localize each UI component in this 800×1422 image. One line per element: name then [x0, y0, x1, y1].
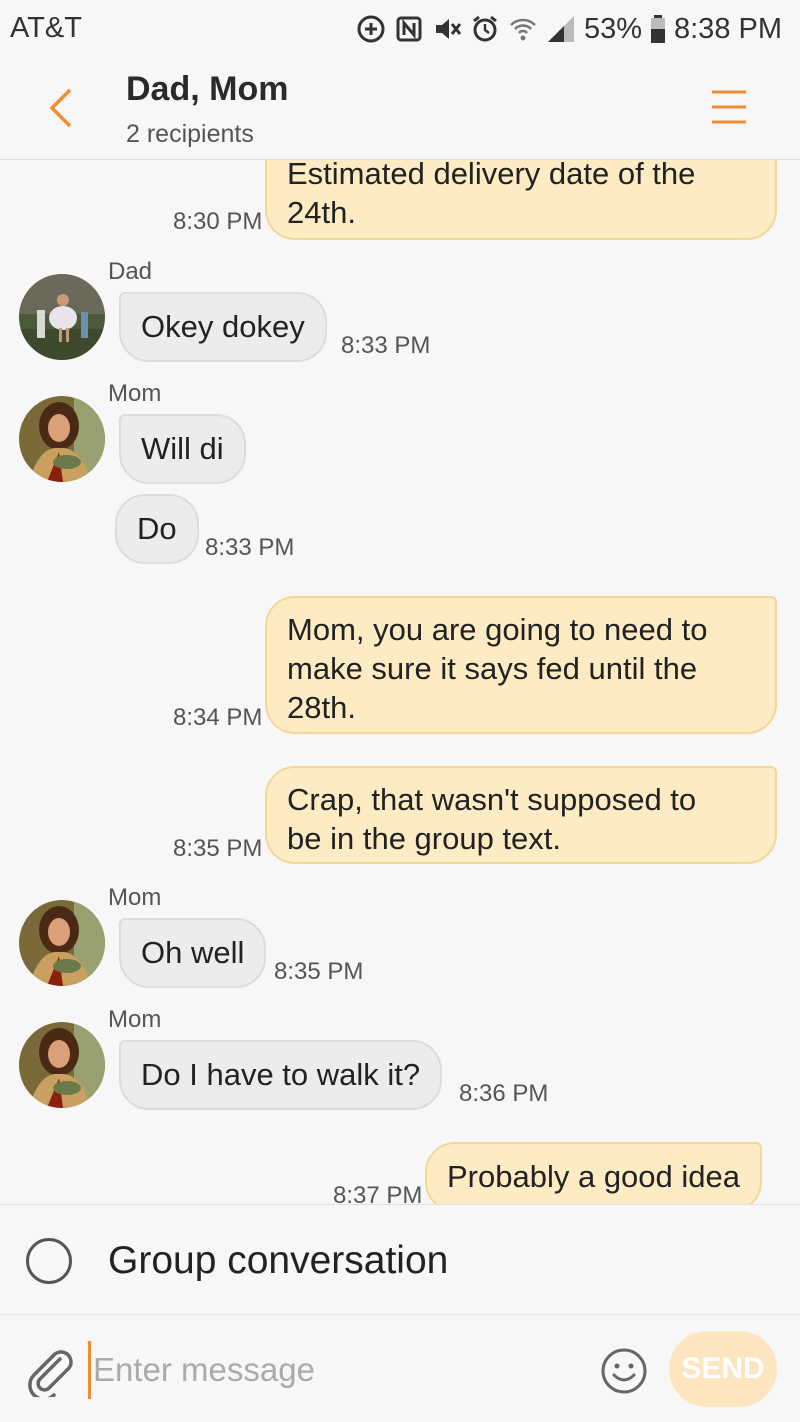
message-text: Crap, that wasn't supposed to: [287, 782, 697, 817]
message-text: Do I have to walk it?: [141, 1057, 421, 1092]
message-time: 8:36 PM: [459, 1080, 549, 1107]
incoming-message[interactable]: Do I have to walk it?: [119, 1040, 443, 1110]
battery-percent: 53%: [583, 12, 642, 45]
incoming-message[interactable]: Do: [115, 494, 199, 564]
message-text: Estimated delivery date of the: [287, 160, 696, 191]
data-saver-icon: [356, 14, 386, 44]
clock: 8:38 PM: [674, 12, 782, 45]
message-time: 8:35 PM: [173, 835, 263, 862]
message-input[interactable]: Enter message: [88, 1341, 568, 1399]
conversation-header: Dad, Mom 2 recipients: [0, 58, 800, 160]
outgoing-message[interactable]: Crap, that wasn't supposed to be in the …: [265, 766, 777, 864]
message-list[interactable]: 8:30 PM Estimated delivery date of the 2…: [0, 160, 800, 1204]
message-text: Oh well: [141, 935, 245, 970]
group-conversation-label: Group conversation: [108, 1239, 449, 1282]
message-time: 8:33 PM: [341, 332, 431, 359]
outgoing-message[interactable]: Mom, you are going to need to make sure …: [265, 596, 777, 734]
nfc-icon: [394, 14, 424, 44]
sender-name: Mom: [108, 380, 162, 407]
carrier-name: AT&T: [10, 12, 82, 44]
status-bar: AT&T 53% 8:38 PM: [0, 0, 800, 58]
outgoing-message[interactable]: Probably a good idea: [425, 1142, 763, 1204]
send-button[interactable]: SEND: [669, 1331, 777, 1407]
status-icons: 53% 8:38 PM: [356, 10, 782, 48]
group-conversation-toggle[interactable]: Group conversation: [0, 1204, 800, 1314]
message-text: Probably a good idea: [447, 1159, 741, 1194]
paperclip-icon[interactable]: [26, 1345, 74, 1401]
message-text: make sure it says fed until the: [287, 651, 698, 686]
sender-name: Dad: [108, 258, 153, 285]
message-time: 8:34 PM: [173, 704, 263, 731]
wifi-icon: [508, 14, 538, 44]
group-conversation-radio[interactable]: [26, 1238, 72, 1284]
message-text: be in the group text.: [287, 821, 562, 856]
message-time: 8:35 PM: [274, 958, 364, 985]
incoming-message[interactable]: Will di: [119, 414, 246, 484]
message-text: Do: [137, 511, 177, 546]
signal-icon: [546, 14, 576, 44]
emoji-icon[interactable]: [600, 1347, 648, 1395]
message-text: Will di: [141, 431, 224, 466]
mute-icon: [432, 14, 462, 44]
avatar-mom[interactable]: [19, 396, 105, 482]
message-composer: Enter message SEND: [0, 1314, 800, 1422]
sender-name: Mom: [108, 1006, 162, 1033]
menu-icon[interactable]: [710, 88, 748, 126]
avatar-mom[interactable]: [19, 900, 105, 986]
outgoing-message[interactable]: Estimated delivery date of the 24th.: [265, 160, 777, 240]
avatar-dad[interactable]: [19, 274, 105, 360]
sender-name: Mom: [108, 884, 162, 911]
conversation-title: Dad, Mom: [126, 70, 289, 108]
message-text: Mom, you are going to need to: [287, 612, 708, 647]
message-time: 8:33 PM: [205, 534, 295, 561]
recipients-count: 2 recipients: [126, 120, 254, 148]
back-icon[interactable]: [46, 86, 76, 130]
message-time: 8:37 PM: [333, 1182, 423, 1204]
message-text: Okey dokey: [141, 309, 305, 344]
message-text: 24th.: [287, 195, 356, 230]
message-text: 28th.: [287, 690, 356, 725]
incoming-message[interactable]: Oh well: [119, 918, 267, 988]
incoming-message[interactable]: Okey dokey: [119, 292, 327, 362]
alarm-icon: [470, 14, 500, 44]
avatar-mom[interactable]: [19, 1022, 105, 1108]
message-time: 8:30 PM: [173, 208, 263, 235]
battery-icon: [650, 14, 666, 44]
